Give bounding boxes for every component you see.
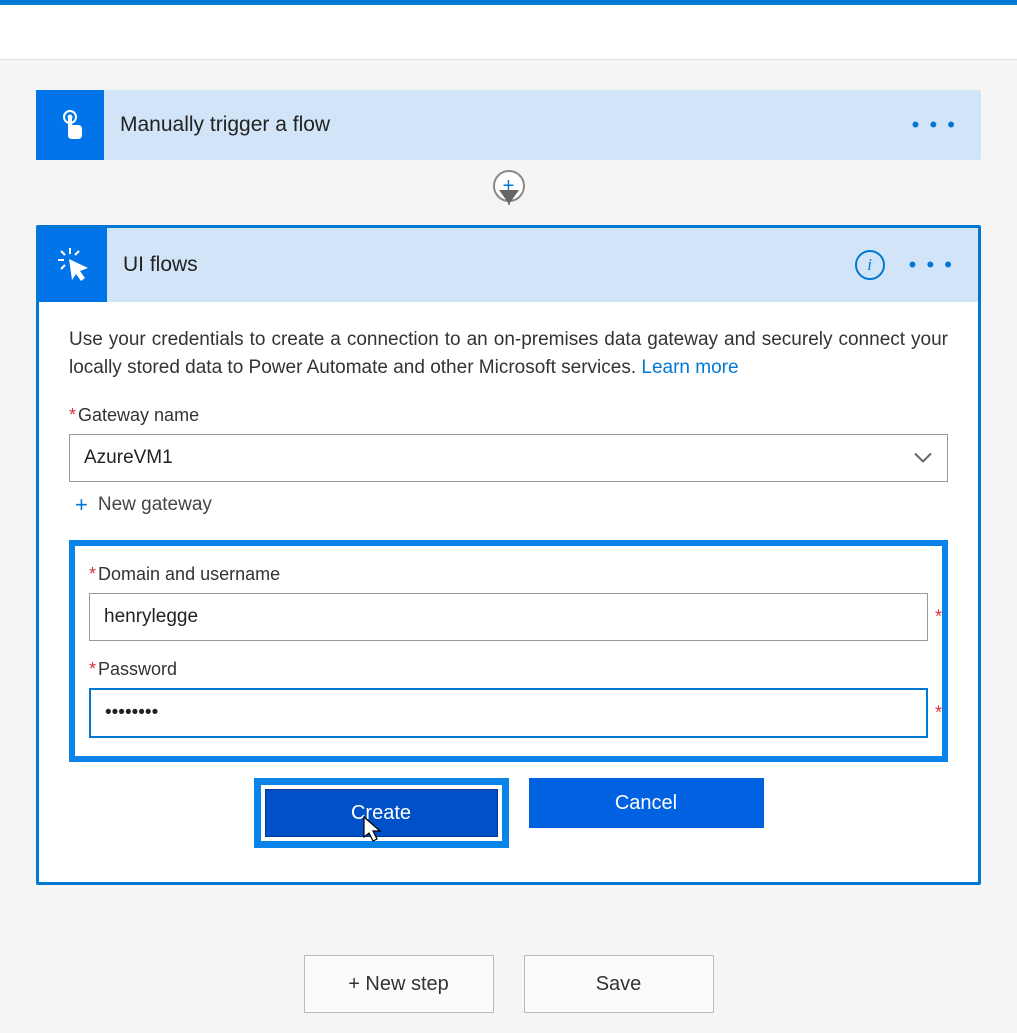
new-step-button[interactable]: + New step [304,955,494,1013]
cancel-button[interactable]: Cancel [529,778,764,828]
action-header[interactable]: UI flows i • • • [39,228,978,302]
gateway-name-select[interactable] [69,434,948,482]
new-gateway-label: New gateway [98,494,212,516]
trigger-title: Manually trigger a flow [120,113,912,137]
footer-buttons: + New step Save [36,955,981,1013]
required-mark: * [935,703,942,724]
password-label: *Password [89,659,928,680]
plus-icon: + [75,492,88,518]
learn-more-link[interactable]: Learn more [641,357,738,378]
action-title: UI flows [123,253,855,277]
create-button-highlight: Create [254,778,509,848]
domain-username-input[interactable] [89,593,928,641]
action-body: Use your credentials to create a connect… [39,302,978,882]
arrow-down-icon [499,190,519,204]
description-text: Use your credentials to create a connect… [69,329,948,378]
required-mark: * [89,564,96,584]
top-bar [0,0,1017,60]
domain-username-label: *Domain and username [89,564,928,585]
create-button[interactable]: Create [265,789,498,837]
required-mark: * [69,405,76,425]
flow-canvas: Manually trigger a flow • • • + [0,60,1017,1033]
action-card: UI flows i • • • Use your credentials to… [36,225,981,885]
trigger-more-button[interactable]: • • • [912,112,957,138]
cursor-click-icon [39,228,107,302]
touch-icon [36,90,104,160]
required-mark: * [935,607,942,628]
gateway-name-label: *Gateway name [69,405,948,426]
new-gateway-button[interactable]: + New gateway [69,492,948,518]
button-row: Create Cancel [69,778,948,848]
info-icon[interactable]: i [855,250,885,280]
credentials-highlight-box: *Domain and username * *Password * [69,540,948,762]
action-description: Use your credentials to create a connect… [69,326,948,381]
connector: + [36,160,981,225]
required-mark: * [89,659,96,679]
gateway-name-input[interactable] [69,434,948,482]
password-input[interactable] [89,688,928,738]
action-more-button[interactable]: • • • [909,252,954,278]
save-button[interactable]: Save [524,955,714,1013]
trigger-card[interactable]: Manually trigger a flow • • • [36,90,981,160]
